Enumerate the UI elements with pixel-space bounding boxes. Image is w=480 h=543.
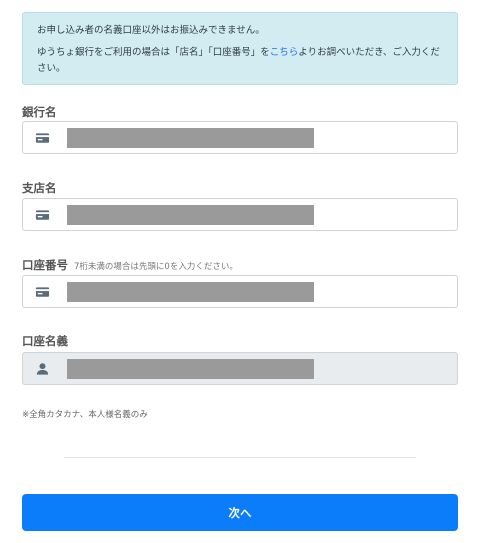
account-holder-input [67, 359, 314, 379]
account-number-field[interactable] [22, 275, 458, 308]
katakana-note: ※全角カタカナ、本人様名義のみ [22, 410, 148, 420]
branch-name-field[interactable] [22, 198, 458, 231]
bank-name-field[interactable] [22, 121, 458, 154]
account-number-input[interactable] [67, 282, 314, 302]
card-icon [35, 132, 50, 143]
lookup-link[interactable]: こちら [270, 47, 299, 58]
account-number-label: 口座番号 7桁未満の場合は先頭に0を入力ください。 [22, 257, 238, 273]
card-icon [35, 286, 50, 297]
info-notice: お申し込み者の名義口座以外はお振込みできません。 ゆうちょ銀行をご利用の場合は「… [22, 12, 458, 85]
branch-name-label: 支店名 [22, 181, 57, 195]
account-holder-label: 口座名義 [22, 334, 68, 348]
bank-name-input[interactable] [67, 128, 314, 148]
bank-name-label: 銀行名 [22, 105, 57, 119]
card-icon [35, 209, 50, 220]
account-number-hint: 7桁未満の場合は先頭に0を入力ください。 [74, 262, 238, 272]
account-number-label-text: 口座番号 [22, 258, 68, 272]
user-icon [36, 362, 49, 375]
notice-text-before-link: ゆうちょ銀行をご利用の場合は「店名」「口座番号」を [37, 47, 270, 58]
account-holder-field [22, 352, 458, 385]
divider [64, 457, 416, 458]
notice-line-1: お申し込み者の名義口座以外はお振込みできません。 [37, 25, 265, 36]
next-button[interactable]: 次へ [22, 494, 458, 531]
notice-line-2: ゆうちょ銀行をご利用の場合は「店名」「口座番号」をこちらよりお調べいただき、ご入… [37, 45, 443, 77]
branch-name-input[interactable] [67, 205, 314, 225]
